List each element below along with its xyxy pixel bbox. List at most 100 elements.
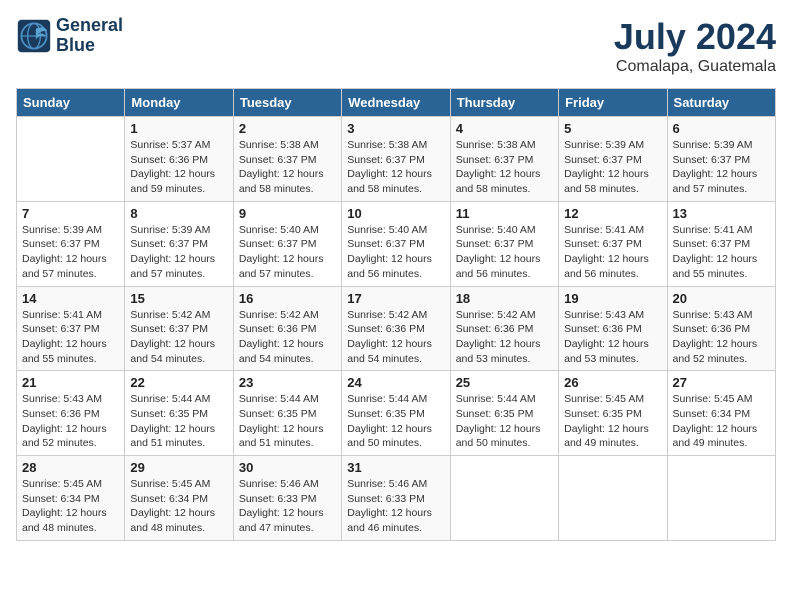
day-number: 5 (564, 121, 661, 136)
day-info: Sunrise: 5:40 AMSunset: 6:37 PMDaylight:… (347, 223, 444, 282)
day-number: 29 (130, 460, 227, 475)
logo-icon (16, 18, 52, 54)
day-number: 24 (347, 375, 444, 390)
day-info: Sunrise: 5:44 AMSunset: 6:35 PMDaylight:… (347, 392, 444, 451)
day-number: 16 (239, 291, 336, 306)
day-number: 14 (22, 291, 119, 306)
calendar-header-row: SundayMondayTuesdayWednesdayThursdayFrid… (17, 89, 776, 117)
logo: General Blue (16, 16, 123, 56)
calendar-cell: 24 Sunrise: 5:44 AMSunset: 6:35 PMDayligh… (342, 371, 450, 456)
day-info: Sunrise: 5:43 AMSunset: 6:36 PMDaylight:… (673, 308, 770, 367)
day-number: 1 (130, 121, 227, 136)
day-info: Sunrise: 5:40 AMSunset: 6:37 PMDaylight:… (239, 223, 336, 282)
calendar-cell: 28 Sunrise: 5:45 AMSunset: 6:34 PMDayligh… (17, 456, 125, 541)
calendar-cell (450, 456, 558, 541)
day-number: 17 (347, 291, 444, 306)
calendar-cell: 7Sunrise: 5:39 AMSunset: 6:37 PMDaylight… (17, 201, 125, 286)
day-number: 4 (456, 121, 553, 136)
day-number: 10 (347, 206, 444, 221)
day-info: Sunrise: 5:39 AMSunset: 6:37 PMDaylight:… (564, 138, 661, 197)
calendar-cell: 5 Sunrise: 5:39 AMSunset: 6:37 PMDaylight… (559, 117, 667, 202)
calendar-cell: 15Sunrise: 5:42 AMSunset: 6:37 PMDayligh… (125, 286, 233, 371)
calendar-cell: 29 Sunrise: 5:45 AMSunset: 6:34 PMDayligh… (125, 456, 233, 541)
calendar-cell: 13 Sunrise: 5:41 AMSunset: 6:37 PMDayligh… (667, 201, 775, 286)
day-number: 18 (456, 291, 553, 306)
location: Comalapa, Guatemala (614, 58, 776, 76)
day-info: Sunrise: 5:43 AMSunset: 6:36 PMDaylight:… (564, 308, 661, 367)
calendar-cell: 30Sunrise: 5:46 AMSunset: 6:33 PMDayligh… (233, 456, 341, 541)
logo-line1: General (56, 16, 123, 36)
day-info: Sunrise: 5:44 AMSunset: 6:35 PMDaylight:… (239, 392, 336, 451)
day-header-saturday: Saturday (667, 89, 775, 117)
day-header-wednesday: Wednesday (342, 89, 450, 117)
calendar-cell: 26 Sunrise: 5:45 AMSunset: 6:35 PMDayligh… (559, 371, 667, 456)
day-number: 21 (22, 375, 119, 390)
calendar-week-row: 28 Sunrise: 5:45 AMSunset: 6:34 PMDayligh… (17, 456, 776, 541)
day-number: 20 (673, 291, 770, 306)
calendar-cell: 4 Sunrise: 5:38 AMSunset: 6:37 PMDaylight… (450, 117, 558, 202)
day-info: Sunrise: 5:43 AMSunset: 6:36 PMDaylight:… (22, 392, 119, 451)
calendar-cell: 9 Sunrise: 5:40 AMSunset: 6:37 PMDaylight… (233, 201, 341, 286)
calendar-cell: 31 Sunrise: 5:46 AMSunset: 6:33 PMDayligh… (342, 456, 450, 541)
day-number: 22 (130, 375, 227, 390)
calendar-cell: 1 Sunrise: 5:37 AMSunset: 6:36 PMDaylight… (125, 117, 233, 202)
month-year: July 2024 (614, 16, 776, 58)
day-number: 30 (239, 460, 336, 475)
day-info: Sunrise: 5:41 AMSunset: 6:37 PMDaylight:… (22, 308, 119, 367)
day-info: Sunrise: 5:38 AMSunset: 6:37 PMDaylight:… (456, 138, 553, 197)
calendar-week-row: 14 Sunrise: 5:41 AMSunset: 6:37 PMDayligh… (17, 286, 776, 371)
day-number: 6 (673, 121, 770, 136)
day-info: Sunrise: 5:41 AMSunset: 6:37 PMDaylight:… (564, 223, 661, 282)
day-info: Sunrise: 5:38 AMSunset: 6:37 PMDaylight:… (347, 138, 444, 197)
day-info: Sunrise: 5:45 AMSunset: 6:35 PMDaylight:… (564, 392, 661, 451)
day-header-thursday: Thursday (450, 89, 558, 117)
calendar-cell: 14 Sunrise: 5:41 AMSunset: 6:37 PMDayligh… (17, 286, 125, 371)
day-number: 31 (347, 460, 444, 475)
day-info: Sunrise: 5:44 AMSunset: 6:35 PMDaylight:… (456, 392, 553, 451)
title-block: July 2024 Comalapa, Guatemala (614, 16, 776, 76)
day-number: 28 (22, 460, 119, 475)
calendar-cell: 2Sunrise: 5:38 AMSunset: 6:37 PMDaylight… (233, 117, 341, 202)
day-info: Sunrise: 5:45 AMSunset: 6:34 PMDaylight:… (130, 477, 227, 536)
calendar-week-row: 7Sunrise: 5:39 AMSunset: 6:37 PMDaylight… (17, 201, 776, 286)
calendar-cell: 20 Sunrise: 5:43 AMSunset: 6:36 PMDayligh… (667, 286, 775, 371)
calendar-cell: 25Sunrise: 5:44 AMSunset: 6:35 PMDayligh… (450, 371, 558, 456)
day-info: Sunrise: 5:40 AMSunset: 6:37 PMDaylight:… (456, 223, 553, 282)
day-number: 23 (239, 375, 336, 390)
day-number: 15 (130, 291, 227, 306)
day-number: 2 (239, 121, 336, 136)
calendar-cell: 27Sunrise: 5:45 AMSunset: 6:34 PMDayligh… (667, 371, 775, 456)
day-number: 12 (564, 206, 661, 221)
calendar-table: SundayMondayTuesdayWednesdayThursdayFrid… (16, 88, 776, 541)
logo-line2: Blue (56, 36, 123, 56)
day-info: Sunrise: 5:41 AMSunset: 6:37 PMDaylight:… (673, 223, 770, 282)
day-info: Sunrise: 5:39 AMSunset: 6:37 PMDaylight:… (673, 138, 770, 197)
day-info: Sunrise: 5:42 AMSunset: 6:36 PMDaylight:… (239, 308, 336, 367)
day-info: Sunrise: 5:45 AMSunset: 6:34 PMDaylight:… (22, 477, 119, 536)
day-number: 13 (673, 206, 770, 221)
day-number: 26 (564, 375, 661, 390)
day-number: 3 (347, 121, 444, 136)
calendar-cell: 12 Sunrise: 5:41 AMSunset: 6:37 PMDayligh… (559, 201, 667, 286)
calendar-cell: 6 Sunrise: 5:39 AMSunset: 6:37 PMDaylight… (667, 117, 775, 202)
calendar-cell: 22 Sunrise: 5:44 AMSunset: 6:35 PMDayligh… (125, 371, 233, 456)
calendar-body: 1 Sunrise: 5:37 AMSunset: 6:36 PMDaylight… (17, 117, 776, 541)
day-info: Sunrise: 5:42 AMSunset: 6:36 PMDaylight:… (456, 308, 553, 367)
calendar-cell: 18 Sunrise: 5:42 AMSunset: 6:36 PMDayligh… (450, 286, 558, 371)
calendar-cell: 8Sunrise: 5:39 AMSunset: 6:37 PMDaylight… (125, 201, 233, 286)
calendar-cell: 19 Sunrise: 5:43 AMSunset: 6:36 PMDayligh… (559, 286, 667, 371)
header: General Blue July 2024 Comalapa, Guatema… (16, 16, 776, 76)
calendar-cell: 16 Sunrise: 5:42 AMSunset: 6:36 PMDayligh… (233, 286, 341, 371)
day-header-sunday: Sunday (17, 89, 125, 117)
day-header-friday: Friday (559, 89, 667, 117)
day-info: Sunrise: 5:46 AMSunset: 6:33 PMDaylight:… (347, 477, 444, 536)
calendar-cell: 3 Sunrise: 5:38 AMSunset: 6:37 PMDaylight… (342, 117, 450, 202)
day-info: Sunrise: 5:39 AMSunset: 6:37 PMDaylight:… (22, 223, 119, 282)
day-info: Sunrise: 5:37 AMSunset: 6:36 PMDaylight:… (130, 138, 227, 197)
calendar-cell: 21 Sunrise: 5:43 AMSunset: 6:36 PMDayligh… (17, 371, 125, 456)
day-number: 19 (564, 291, 661, 306)
calendar-cell: 11Sunrise: 5:40 AMSunset: 6:37 PMDayligh… (450, 201, 558, 286)
day-info: Sunrise: 5:44 AMSunset: 6:35 PMDaylight:… (130, 392, 227, 451)
calendar-cell (17, 117, 125, 202)
day-number: 9 (239, 206, 336, 221)
